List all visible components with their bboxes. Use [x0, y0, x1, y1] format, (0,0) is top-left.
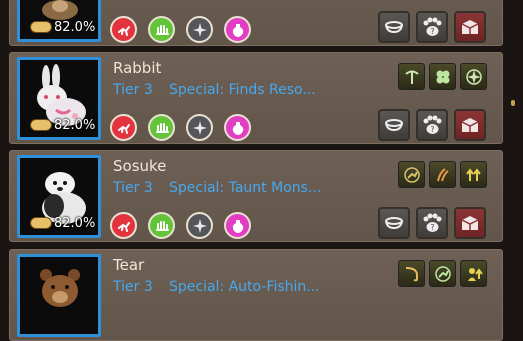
return-box-icon[interactable] — [454, 207, 486, 239]
scrollbar-marker[interactable] — [511, 100, 515, 106]
pet-card-rabbit[interactable]: 82.0% Rabbit Tier 3 Special: Finds Reso.… — [9, 52, 503, 144]
pet-portrait: 82.0% — [17, 57, 101, 140]
food-percent: 82.0% — [54, 117, 96, 133]
compass-star-icon[interactable] — [186, 212, 213, 239]
pet-name: Tear — [113, 256, 145, 274]
sprint-icon[interactable] — [429, 260, 456, 287]
feed-bowl-icon[interactable] — [378, 207, 410, 239]
pet-card-unknown[interactable]: 82.0% ? — [9, 0, 503, 46]
food-gauge: 82.0% — [30, 19, 96, 35]
pet-portrait — [17, 254, 101, 337]
svg-text:?: ? — [430, 125, 434, 134]
food-gauge: 82.0% — [30, 117, 96, 133]
paw-question-icon[interactable]: ? — [416, 207, 448, 239]
hand-icon[interactable] — [148, 114, 175, 141]
fishing-icon[interactable] — [398, 260, 425, 287]
clover-icon[interactable] — [429, 63, 456, 90]
compass-star-icon[interactable] — [186, 16, 213, 43]
food-percent: 82.0% — [54, 19, 96, 35]
food-bowl-icon — [30, 217, 52, 229]
arrows-up-icon[interactable] — [460, 161, 487, 188]
pet-tier: Tier 3 — [113, 180, 153, 196]
pet-list: 82.0% ? 82.0% Rabbit Tier 3 Special: Fin… — [0, 0, 523, 341]
running-icon[interactable] — [110, 114, 137, 141]
return-box-icon[interactable] — [454, 11, 486, 43]
pet-image — [20, 257, 98, 334]
claw-icon[interactable] — [429, 161, 456, 188]
buff-icon[interactable] — [460, 260, 487, 287]
pet-special: Special: Taunt Mons... — [169, 180, 322, 196]
pet-card-sosuke[interactable]: 82.0% Sosuke Tier 3 Special: Taunt Mons.… — [9, 150, 503, 242]
running-icon[interactable] — [110, 212, 137, 239]
pet-name: Sosuke — [113, 157, 167, 175]
pickaxe-icon[interactable] — [398, 63, 425, 90]
potion-icon[interactable] — [224, 114, 251, 141]
hand-icon[interactable] — [148, 212, 175, 239]
pet-portrait: 82.0% — [17, 155, 101, 238]
pet-tier: Tier 3 — [113, 82, 153, 98]
food-percent: 82.0% — [54, 215, 96, 231]
compass-icon[interactable] — [460, 63, 487, 90]
pet-tier: Tier 3 — [113, 279, 153, 295]
svg-text:?: ? — [430, 27, 434, 36]
paw-question-icon[interactable]: ? — [416, 11, 448, 43]
pet-name: Rabbit — [113, 59, 162, 77]
return-box-icon[interactable] — [454, 109, 486, 141]
feed-bowl-icon[interactable] — [378, 11, 410, 43]
potion-icon[interactable] — [224, 16, 251, 43]
food-gauge: 82.0% — [30, 215, 96, 231]
potion-icon[interactable] — [224, 212, 251, 239]
food-bowl-icon — [30, 21, 52, 33]
pet-special: Special: Finds Reso... — [169, 82, 316, 98]
feed-bowl-icon[interactable] — [378, 109, 410, 141]
sprint-icon[interactable] — [398, 161, 425, 188]
hand-icon[interactable] — [148, 16, 175, 43]
paw-question-icon[interactable]: ? — [416, 109, 448, 141]
pet-portrait: 82.0% — [17, 0, 101, 42]
pet-card-tear[interactable]: Tear Tier 3 Special: Auto-Fishin... — [9, 249, 503, 341]
svg-text:?: ? — [430, 223, 434, 232]
pet-special: Special: Auto-Fishin... — [169, 279, 320, 295]
compass-star-icon[interactable] — [186, 114, 213, 141]
food-bowl-icon — [30, 119, 52, 131]
running-icon[interactable] — [110, 16, 137, 43]
